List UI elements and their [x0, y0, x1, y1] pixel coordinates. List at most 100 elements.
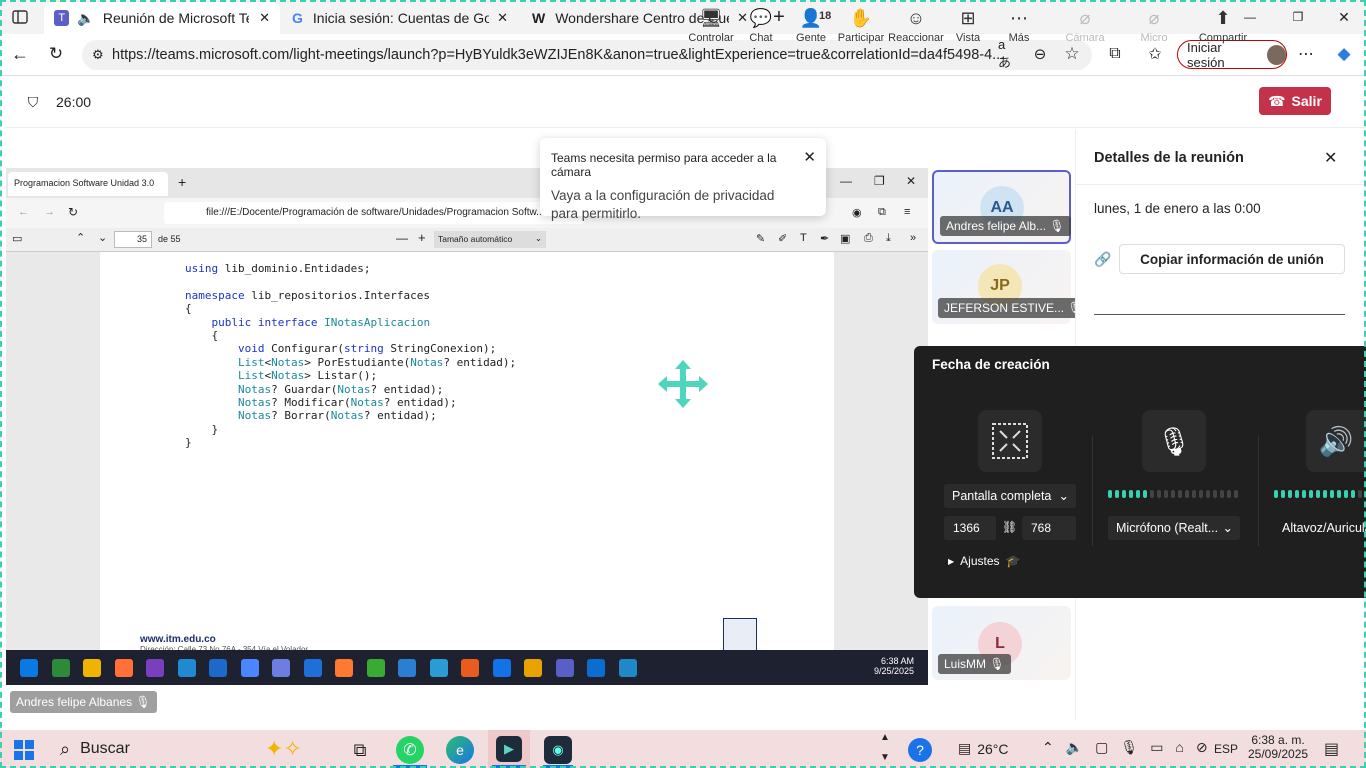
inner-app-icon[interactable]	[303, 659, 322, 677]
pdf-save-icon[interactable]: ⤓	[886, 232, 891, 245]
close-details-icon[interactable]: ✕	[1324, 148, 1337, 168]
pdf-highlight-icon[interactable]: ✎	[756, 232, 765, 245]
inner-extension-icon[interactable]: ⧉	[878, 206, 886, 219]
inner-url-input[interactable]: file:///E:/Docente/Programación de softw…	[164, 202, 584, 224]
reload-icon[interactable]: ↻	[46, 44, 66, 64]
leave-button[interactable]: ☎ Salir	[1259, 87, 1331, 115]
inner-app-icon[interactable]	[398, 659, 416, 677]
volume-icon[interactable]: 🔈	[1066, 739, 1083, 756]
taskbar-search-input[interactable]: ⌕ Buscar ✦✧	[50, 734, 340, 764]
inner-app-icon[interactable]	[335, 659, 353, 677]
pdf-more-icon[interactable]: »	[910, 232, 916, 244]
inner-reload-icon[interactable]: ↻	[68, 205, 78, 219]
clock[interactable]: 6:38 a. m. 25/09/2025	[1248, 733, 1308, 761]
inner-minimize-icon[interactable]: —	[840, 174, 852, 188]
edge-icon[interactable]: e	[446, 736, 474, 764]
inner-app-icon[interactable]	[492, 659, 511, 677]
pdf-prev-icon[interactable]: ⌃	[76, 231, 85, 244]
lock-ratio-icon[interactable]: ⛓	[1002, 520, 1017, 534]
inner-app-icon[interactable]	[51, 659, 70, 677]
inner-menu-icon[interactable]: ≡	[904, 206, 910, 218]
inner-app-icon[interactable]	[272, 659, 290, 677]
language-indicator[interactable]: ESP	[1214, 742, 1238, 756]
move-icon[interactable]	[658, 360, 708, 408]
pdf-zoom-out-icon[interactable]: —	[396, 231, 408, 245]
recorder-app-icon[interactable]: ◉	[544, 736, 572, 764]
help-icon[interactable]: ?	[908, 738, 932, 762]
width-input[interactable]: 1366	[944, 516, 996, 540]
toolbar-button-participar[interactable]: ✋ Participar	[831, 8, 891, 50]
close-tab-icon[interactable]: ✕	[497, 10, 508, 26]
inner-account-icon[interactable]: ◉	[852, 206, 862, 219]
notifications-icon[interactable]: ▤	[1324, 739, 1339, 759]
pdf-print-icon[interactable]: ⎙	[864, 232, 873, 245]
pdf-ink-icon[interactable]: ✒	[820, 232, 829, 245]
inner-app-icon[interactable]	[366, 659, 385, 677]
inner-close-icon[interactable]: ✕	[906, 174, 916, 188]
pdf-next-icon[interactable]: ⌄	[98, 231, 107, 244]
inner-app-icon[interactable]	[240, 659, 259, 677]
settings-toggle[interactable]: ▶ Ajustes 🎓	[948, 554, 1020, 568]
inner-app-icon[interactable]	[618, 659, 637, 677]
sidebar-toggle-icon[interactable]	[10, 8, 30, 26]
battery-icon[interactable]: ▭	[1150, 739, 1163, 756]
scroll-down-icon[interactable]: ▼	[880, 752, 890, 763]
close-toast-icon[interactable]: ✕	[803, 148, 816, 166]
tab-teams[interactable]: T 🔈 Reunión de Microsoft Teams ✕	[44, 2, 280, 34]
toolbar-button-compartir[interactable]: ⬆ Compartir	[1193, 8, 1253, 50]
pdf-zoom-select[interactable]: Tamaño automático ⌄	[434, 231, 546, 248]
inner-app-icon[interactable]	[177, 659, 196, 677]
settings-menu-icon[interactable]: ⋯	[1296, 44, 1316, 64]
tab-google[interactable]: G Inicia sesión: Cuentas de Google ✕	[282, 2, 518, 34]
inner-new-tab-icon[interactable]: +	[178, 174, 186, 190]
inner-app-icon[interactable]	[20, 659, 38, 677]
fullscreen-icon[interactable]	[978, 410, 1042, 472]
inner-app-icon[interactable]	[587, 659, 605, 677]
inner-back-icon[interactable]: ←	[18, 206, 29, 218]
pdf-zoom-in-icon[interactable]: +	[418, 230, 426, 245]
scroll-up-icon[interactable]: ▲	[880, 732, 890, 743]
microphone-tray-icon[interactable]: 🎙	[1120, 739, 1138, 756]
inner-app-icon[interactable]	[429, 659, 448, 677]
task-view-icon[interactable]: ⧉	[348, 738, 372, 762]
close-tab-icon[interactable]: ✕	[259, 10, 270, 26]
inner-app-icon[interactable]	[461, 659, 479, 677]
participant-tile[interactable]: AA Andres felipe Alb... 🎙	[932, 170, 1071, 244]
toolbar-button-micro[interactable]: ⌀ Micro	[1124, 8, 1184, 50]
inner-app-icon[interactable]	[209, 659, 227, 677]
maximize-icon[interactable]: ❐	[1288, 8, 1308, 26]
toolbar-button-cámara[interactable]: ⌀ Cámara	[1055, 8, 1115, 50]
pdf-sidebar-icon[interactable]: ▭	[12, 232, 22, 245]
participant-tile[interactable]: JP JEFERSON ESTIVE... 🎙	[932, 250, 1089, 324]
pdf-text-icon[interactable]: T	[800, 232, 807, 244]
copilot-icon[interactable]: ◆	[1332, 42, 1356, 66]
pdf-page-input[interactable]: 35	[114, 231, 152, 248]
network-icon[interactable]: ⌂	[1175, 739, 1183, 756]
speaker-select[interactable]: Altavoz/Auricula	[1274, 516, 1366, 540]
inner-forward-icon[interactable]: →	[44, 206, 55, 218]
toolbar-button-más[interactable]: ⋯ Más	[989, 8, 1049, 50]
speaker-icon[interactable]: 🔈	[77, 10, 94, 27]
pdf-image-icon[interactable]: ▣	[840, 232, 850, 245]
wifi-off-icon[interactable]: ⊘	[1196, 739, 1208, 756]
back-icon[interactable]: ←	[10, 44, 30, 64]
weather-widget[interactable]: ▤ 26°C	[958, 740, 1009, 757]
copy-join-info-button[interactable]: Copiar información de unión	[1119, 244, 1345, 274]
toolbar-button-reaccionar[interactable]: ☺ Reaccionar	[886, 8, 946, 50]
pdf-draw-icon[interactable]: ✐	[778, 232, 787, 245]
microphone-icon[interactable]: 🎙	[1142, 410, 1206, 472]
camera-icon[interactable]: ▢	[1095, 739, 1108, 756]
inner-maximize-icon[interactable]: ❐	[874, 174, 885, 188]
whatsapp-icon[interactable]: ✆	[396, 736, 424, 764]
show-hidden-icon[interactable]: ⌃	[1042, 739, 1054, 756]
inner-app-icon[interactable]	[524, 659, 542, 677]
fullscreen-select[interactable]: Pantalla completa ⌄	[944, 484, 1076, 508]
inner-tab[interactable]: Programacion Software Unidad 3.0	[8, 172, 168, 196]
windows-start-icon[interactable]	[12, 738, 36, 762]
height-input[interactable]: 768	[1022, 516, 1076, 540]
inner-app-icon[interactable]	[146, 659, 164, 677]
speaker-icon[interactable]: 🔊	[1306, 410, 1366, 472]
close-window-icon[interactable]: ✕	[1334, 8, 1354, 26]
participant-tile[interactable]: L LuisMM 🎙	[932, 606, 1071, 680]
inner-app-icon[interactable]	[555, 659, 574, 677]
